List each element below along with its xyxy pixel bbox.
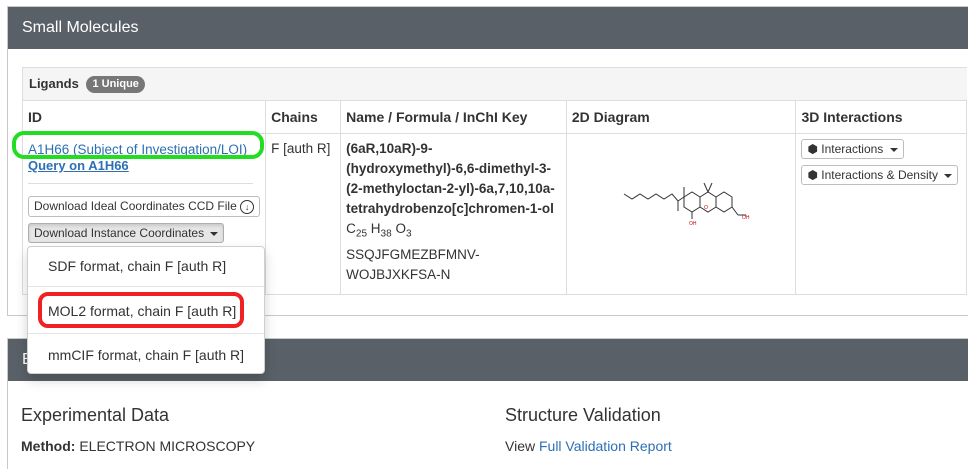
ligand-name: (6aR,10aR)-9- (hydroxymethyl)-6,6-dimeth… <box>346 139 561 219</box>
interactions-label: Interactions <box>821 142 884 156</box>
red-highlight-annotation <box>38 292 244 328</box>
chevron-down-icon <box>210 231 219 236</box>
method-line: Method: ELECTRON MICROSCOPY <box>21 438 255 454</box>
name-line: (6aR,10aR)-9- <box>346 141 433 156</box>
cube-icon: ⬢ <box>807 168 818 182</box>
download-instance-label: Download Instance Coordinates <box>34 225 205 240</box>
col-header-name: Name / Formula / InChI Key <box>340 101 567 134</box>
interactions-density-label: Interactions & Density <box>821 168 938 182</box>
formula-h: H <box>370 221 381 236</box>
name-line: (hydroxymethyl)-6,6-dimethyl-3- <box>346 161 551 176</box>
formula-o: O <box>395 221 406 236</box>
view-text: View <box>505 438 536 454</box>
dropdown-divider <box>28 333 264 334</box>
query-ligand-link[interactable]: Query on A1H66 <box>28 158 129 173</box>
full-validation-report-link[interactable]: Full Validation Report <box>539 438 672 454</box>
name-cell: (6aR,10aR)-9- (hydroxymethyl)-6,6-dimeth… <box>340 133 567 294</box>
experimental-data-heading: Experimental Data <box>21 405 170 425</box>
chevron-down-icon <box>944 173 953 178</box>
panel-title: Small Molecules <box>8 7 968 49</box>
col-header-chains: Chains <box>265 101 342 134</box>
chevron-down-icon <box>889 147 898 152</box>
3d-interactions-cell: ⬢ Interactions ⬢ Interactions & Density <box>795 133 967 294</box>
name-line: tetrahydrobenzo[c]chromen-1-ol <box>346 201 554 216</box>
structure-validation-heading: Structure Validation <box>505 405 661 425</box>
download-instance-coordinates-button[interactable]: Download Instance Coordinates <box>28 222 225 243</box>
2d-diagram-cell: OH OH O <box>566 133 797 294</box>
validation-line: View Full Validation Report <box>505 438 672 454</box>
col-header-id: ID <box>23 101 267 134</box>
chains-cell: F [auth R] <box>265 133 342 294</box>
chain-value: F [auth R] <box>271 141 331 156</box>
molecule-2d-diagram[interactable]: OH OH O <box>572 139 782 259</box>
download-icon: ↓ <box>240 199 255 214</box>
col-header-2d-diagram: 2D Diagram <box>566 101 797 134</box>
dropdown-item-mmcif[interactable]: mmCIF format, chain F [auth R] <box>28 347 264 363</box>
svg-text:OH: OH <box>742 215 750 221</box>
name-line: (2-methyloctan-2-yl)-6a,7,10,10a- <box>346 181 555 196</box>
interactions-density-button[interactable]: ⬢ Interactions & Density <box>801 165 959 185</box>
col-header-3d-interactions: 3D Interactions <box>795 101 967 134</box>
svg-text:OH: OH <box>689 221 697 227</box>
green-highlight-annotation <box>12 131 264 159</box>
ligands-header: Ligands 1 Unique <box>23 68 967 101</box>
dropdown-item-sdf[interactable]: SDF format, chain F [auth R] <box>28 258 264 274</box>
inchi-line: WOJBJXKFSA-N <box>346 266 451 282</box>
download-ideal-label: Download Ideal Coordinates CCD File <box>34 199 237 213</box>
molecular-formula: C25 H38 O3 <box>346 219 561 245</box>
method-value: ELECTRON MICROSCOPY <box>79 438 256 454</box>
divider <box>28 183 253 184</box>
formula-h-count: 38 <box>380 228 392 240</box>
inchi-line: SSQJFGMEZBFMNV- <box>346 246 480 262</box>
svg-text:O: O <box>704 205 708 211</box>
formula-o-count: 3 <box>405 228 412 240</box>
interactions-button[interactable]: ⬢ Interactions <box>801 139 904 159</box>
formula-c-count: 25 <box>355 228 368 240</box>
unique-count-badge: 1 Unique <box>86 76 145 93</box>
cube-icon: ⬢ <box>807 142 818 156</box>
formula-c: C <box>346 221 356 236</box>
ligands-label: Ligands <box>29 76 79 91</box>
method-label: Method: <box>21 438 76 454</box>
dropdown-divider <box>28 286 264 287</box>
download-ideal-coordinates-button[interactable]: Download Ideal Coordinates CCD File ↓ <box>28 196 261 217</box>
table-header-row: ID Chains Name / Formula / InChI Key 2D … <box>23 101 967 134</box>
inchi-key: SSQJFGMEZBFMNV- WOJBJXKFSA-N <box>346 245 561 285</box>
